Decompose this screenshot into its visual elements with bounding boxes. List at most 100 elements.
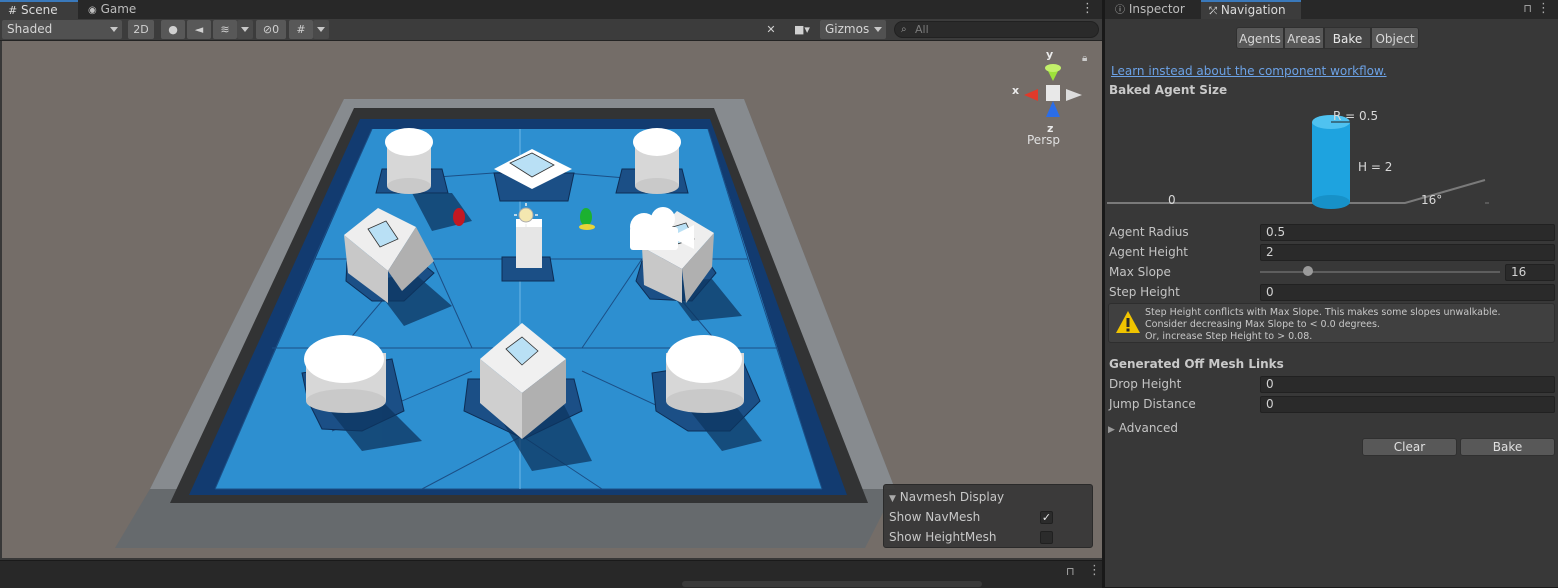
navmesh-display-overlay: ▼ Navmesh Display Show NavMesh ✓ Show He… bbox=[883, 484, 1093, 548]
search-field-partial[interactable] bbox=[682, 581, 982, 587]
lock-icon[interactable]: 🔒︎ bbox=[1082, 53, 1087, 64]
chevron-down-icon bbox=[317, 27, 325, 32]
agent-height-field[interactable]: 2 bbox=[1260, 244, 1555, 261]
tab-navigation[interactable]: ⤱ Navigation bbox=[1201, 0, 1301, 19]
component-workflow-link[interactable]: Learn instead about the component workfl… bbox=[1111, 64, 1387, 78]
gizmo-persp-label: Persp bbox=[1027, 133, 1060, 147]
agent-green bbox=[580, 208, 592, 226]
segment-object[interactable]: Object bbox=[1371, 27, 1419, 49]
jump-distance-field[interactable]: 0 bbox=[1260, 396, 1555, 413]
scene-toolbar: Shaded 2D ● ◄ ≋ ⊘0 # ✕ ■▾ Gizmos ⌕ All bbox=[0, 19, 1102, 41]
show-heightmesh-label: Show HeightMesh bbox=[889, 530, 997, 544]
radius-label: R = 0.5 bbox=[1333, 109, 1378, 123]
tab-inspector[interactable]: ⓘ Inspector bbox=[1107, 0, 1201, 19]
scene-search-input[interactable]: ⌕ All bbox=[894, 21, 1099, 38]
drop-height-label: Drop Height bbox=[1109, 377, 1182, 391]
tab-scene[interactable]: # Scene bbox=[0, 0, 78, 19]
chevron-down-icon bbox=[241, 27, 249, 32]
wrench-icon: ✕ bbox=[766, 23, 776, 36]
agent-red bbox=[453, 208, 465, 226]
max-slope-slider-thumb[interactable] bbox=[1303, 266, 1313, 276]
scene-tab-bar: # Scene ◉ Game ⋮ bbox=[0, 0, 1102, 19]
checkmark-icon: ✓ bbox=[1041, 511, 1052, 524]
tools-button[interactable]: ✕ bbox=[760, 20, 782, 39]
chevron-down-icon bbox=[874, 27, 882, 32]
effects-toggle-button[interactable]: ≋ bbox=[213, 20, 237, 39]
warning-line: Consider decreasing Max Slope to < 0.0 d… bbox=[1145, 319, 1380, 330]
baked-agent-size-header: Baked Agent Size bbox=[1109, 83, 1228, 97]
lightbulb-icon: ● bbox=[168, 23, 178, 36]
triangle-right-icon: ▶ bbox=[1108, 425, 1115, 435]
layers-icon: ≋ bbox=[220, 23, 230, 36]
clear-button[interactable]: Clear bbox=[1362, 438, 1457, 456]
agent-green-ring bbox=[579, 224, 595, 230]
kebab-menu-icon[interactable]: ⋮ bbox=[1537, 2, 1550, 16]
tab-game[interactable]: ◉ Game bbox=[80, 0, 150, 19]
warning-line: Or, increase Step Height to > 0.08. bbox=[1145, 331, 1313, 342]
bake-button[interactable]: Bake bbox=[1460, 438, 1555, 456]
step-label: 0 bbox=[1168, 193, 1176, 207]
triangle-down-icon: ▼ bbox=[889, 494, 896, 504]
step-height-label: Step Height bbox=[1109, 285, 1180, 299]
advanced-foldout[interactable]: ▶ Advanced bbox=[1108, 419, 1178, 437]
show-heightmesh-checkbox[interactable] bbox=[1040, 531, 1053, 544]
search-icon: ⌕ bbox=[901, 24, 907, 35]
lock-icon[interactable]: ⊓ bbox=[1523, 2, 1532, 15]
scene-render[interactable]: y x z Persp 🔒︎ bbox=[2, 41, 1102, 558]
segment-agents[interactable]: Agents bbox=[1236, 27, 1284, 49]
eye-slash-icon: ⊘ bbox=[262, 23, 273, 36]
max-slope-label: Max Slope bbox=[1109, 265, 1171, 279]
gizmo-y-label: y bbox=[1046, 48, 1053, 61]
show-navmesh-label: Show NavMesh bbox=[889, 510, 981, 524]
warning-text: Step Height conflicts with Max Slope. Th… bbox=[1145, 307, 1500, 343]
camera-settings-button[interactable]: ■▾ bbox=[786, 20, 818, 39]
scene-viewport[interactable]: y x z Persp 🔒︎ bbox=[2, 41, 1102, 558]
navigation-panel: ⓘ Inspector ⤱ Navigation ⊓ ⋮ Agents Area… bbox=[1105, 0, 1558, 587]
step-height-warning-box: Step Height conflicts with Max Slope. Th… bbox=[1108, 303, 1555, 343]
shading-mode-dropdown[interactable]: Shaded bbox=[2, 20, 122, 39]
step-height-field[interactable]: 0 bbox=[1260, 284, 1555, 301]
grid-toggle-button[interactable]: # bbox=[289, 20, 313, 39]
orientation-gizmo[interactable]: y x z Persp bbox=[1012, 48, 1082, 147]
agent-cylinder bbox=[1312, 122, 1350, 202]
grid-icon: # bbox=[296, 23, 306, 36]
segment-areas[interactable]: Areas bbox=[1284, 27, 1324, 49]
effects-dropdown[interactable] bbox=[237, 20, 253, 39]
gizmo-x-label: x bbox=[1012, 84, 1019, 97]
height-label: H = 2 bbox=[1358, 160, 1392, 174]
lock-icon[interactable]: ⊓ bbox=[1066, 565, 1075, 578]
kebab-menu-icon[interactable]: ⋮ bbox=[1081, 2, 1094, 16]
kebab-menu-icon[interactable]: ⋮ bbox=[1088, 563, 1101, 578]
drop-height-field[interactable]: 0 bbox=[1260, 376, 1555, 393]
scene-view-panel: # Scene ◉ Game ⋮ Shaded 2D ● ◄ ≋ ⊘0 # ✕ … bbox=[0, 0, 1102, 560]
speaker-icon: ◄ bbox=[194, 23, 204, 36]
segment-bake[interactable]: Bake bbox=[1324, 27, 1371, 49]
agent-radius-field[interactable]: 0.5 bbox=[1260, 224, 1555, 241]
grid-icon: # bbox=[8, 4, 18, 17]
agent-radius-label: Agent Radius bbox=[1109, 225, 1189, 239]
jump-distance-label: Jump Distance bbox=[1109, 397, 1196, 411]
navmesh-display-header[interactable]: ▼ Navmesh Display bbox=[889, 488, 1004, 506]
audio-toggle-button[interactable]: ◄ bbox=[187, 20, 211, 39]
gizmos-dropdown[interactable]: Gizmos bbox=[820, 20, 886, 39]
chevron-down-icon bbox=[110, 27, 118, 32]
2d-toggle-button[interactable]: 2D bbox=[128, 20, 154, 39]
hidden-objects-toggle[interactable]: ⊘0 bbox=[256, 20, 286, 39]
lighting-toggle-button[interactable]: ● bbox=[161, 20, 185, 39]
info-icon: ⓘ bbox=[1115, 5, 1125, 16]
slope-label: 16° bbox=[1421, 193, 1442, 207]
warning-icon bbox=[1116, 311, 1140, 333]
agent-size-diagram: R = 0.5 H = 2 0 16° bbox=[1107, 109, 1489, 209]
warning-line: Step Height conflicts with Max Slope. Th… bbox=[1145, 307, 1501, 318]
navigation-icon: ⤱ bbox=[1209, 6, 1217, 17]
bottom-panel-strip: ⊓ ⋮ bbox=[0, 560, 1102, 588]
max-slope-slider-track[interactable] bbox=[1260, 271, 1500, 273]
gamepad-icon: ◉ bbox=[88, 5, 97, 16]
offmesh-links-header: Generated Off Mesh Links bbox=[1109, 357, 1284, 371]
show-navmesh-checkbox[interactable]: ✓ bbox=[1040, 511, 1053, 524]
grid-dropdown[interactable] bbox=[313, 20, 329, 39]
agent-height-label: Agent Height bbox=[1109, 245, 1189, 259]
camera-icon: ■▾ bbox=[794, 23, 810, 36]
inspector-tab-bar: ⓘ Inspector ⤱ Navigation ⊓ ⋮ bbox=[1105, 0, 1558, 19]
max-slope-field[interactable]: 16 bbox=[1505, 264, 1555, 281]
